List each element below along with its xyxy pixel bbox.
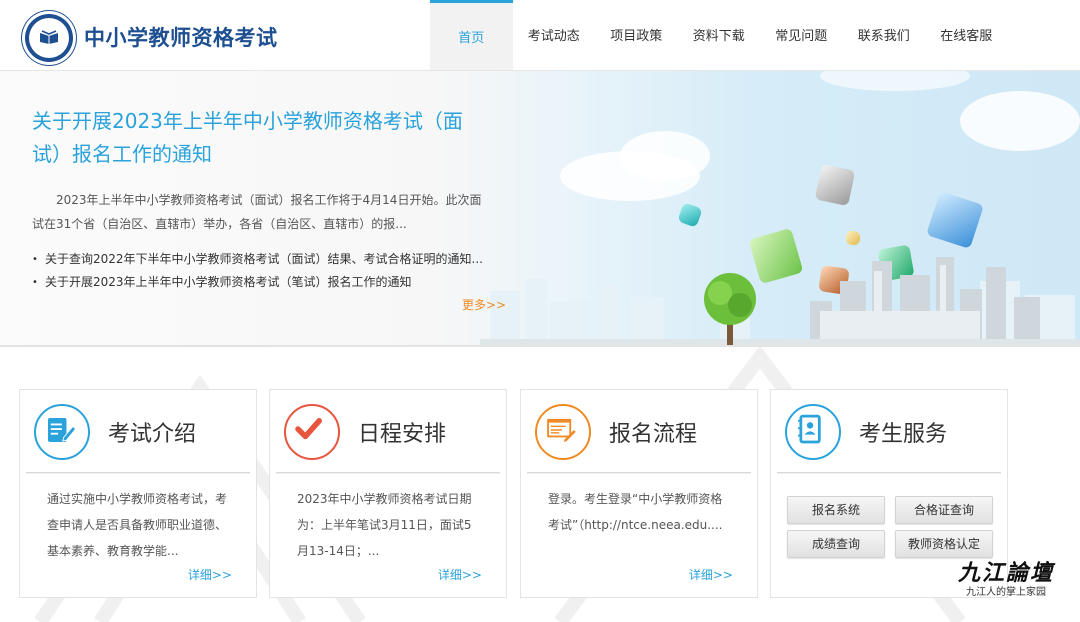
watermark-logo-text: 九江論壇 <box>957 560 1054 586</box>
card-summary: 通过实施中小学教师资格考试，考查申请人是否具备教师职业道德、基本素养、教育教学能… <box>47 492 228 558</box>
card-title[interactable]: 报名流程 <box>609 416 697 448</box>
divider <box>26 472 250 473</box>
cloud-decoration <box>820 71 970 91</box>
card-title[interactable]: 考生服务 <box>859 416 947 448</box>
nav-item-faq[interactable]: 常见问题 <box>760 0 843 70</box>
divider <box>276 472 500 473</box>
certificate-query-button[interactable]: 合格证查询 <box>895 496 993 524</box>
score-query-button[interactable]: 成绩查询 <box>787 530 885 558</box>
card-registration-process: 报名流程 登录。考生登录“中小学教师资格考试”（http://ntce.neea… <box>520 389 758 598</box>
divider <box>777 472 1001 473</box>
nav-item-downloads[interactable]: 资料下载 <box>678 0 761 70</box>
main-nav: 首页 考试动态 项目政策 资料下载 常见问题 联系我们 在线客服 <box>430 0 1008 70</box>
card-summary: 2023年中小学教师资格考试日期为：上半年笔试3月11日，面试5月13-14日；… <box>297 492 472 558</box>
more-news-link[interactable]: 更多>> <box>462 296 506 313</box>
contact-book-icon <box>785 404 841 460</box>
site-header: 中小学教师资格考试 首页 考试动态 项目政策 资料下载 常见问题 联系我们 在线… <box>0 0 1080 71</box>
forum-watermark: 九江論壇 九江人的掌上家园 <box>946 560 1066 610</box>
nav-item-policy[interactable]: 项目政策 <box>595 0 678 70</box>
nav-item-online-service[interactable]: 在线客服 <box>925 0 1008 70</box>
cloud-decoration <box>620 131 710 181</box>
divider <box>527 472 751 473</box>
nav-item-home[interactable]: 首页 <box>430 0 513 70</box>
card-more-link[interactable]: 详细>> <box>438 566 482 583</box>
music-cube-icon <box>926 191 984 249</box>
news-list: 关于查询2022年下半年中小学教师资格考试（面试）结果、考试合格证明的通知...… <box>32 248 492 294</box>
document-edit-icon <box>34 404 90 460</box>
city-skyline-illustration <box>480 257 1080 345</box>
card-title[interactable]: 日程安排 <box>358 416 446 448</box>
news-item[interactable]: 关于查询2022年下半年中小学教师资格考试（面试）结果、考试合格证明的通知... <box>32 248 492 271</box>
headline-summary: 2023年上半年中小学教师资格考试（面试）报名工作将于4月14日开始。此次面试在… <box>32 193 482 231</box>
news-item[interactable]: 关于开展2023年上半年中小学教师资格考试（笔试）报名工作的通知 <box>32 271 492 294</box>
piano-cube-icon <box>814 163 856 207</box>
nav-item-contact[interactable]: 联系我们 <box>843 0 926 70</box>
card-exam-intro: 考试介绍 通过实施中小学教师资格考试，考查申请人是否具备教师职业道德、基本素养、… <box>19 389 257 598</box>
nav-item-exam-news[interactable]: 考试动态 <box>513 0 596 70</box>
teacher-certification-button[interactable]: 教师资格认定 <box>895 530 993 558</box>
headline-link[interactable]: 关于开展2023年上半年中小学教师资格考试（面试）报名工作的通知 <box>32 105 492 171</box>
site-logo-icon[interactable] <box>22 11 76 65</box>
card-more-link[interactable]: 详细>> <box>188 566 232 583</box>
hero-banner: 关于开展2023年上半年中小学教师资格考试（面试）报名工作的通知 2023年上半… <box>0 71 1080 345</box>
checkmark-icon <box>284 404 340 460</box>
cube-decoration <box>846 231 860 245</box>
cube-decoration <box>677 202 703 228</box>
card-summary: 登录。考生登录“中小学教师资格考试”（http://ntce.neea.edu.… <box>548 492 723 532</box>
form-icon <box>535 404 591 460</box>
watermark-subtitle: 九江人的掌上家园 <box>966 587 1046 598</box>
card-schedule: 日程安排 2023年中小学教师资格考试日期为：上半年笔试3月11日，面试5月13… <box>269 389 507 598</box>
card-more-link[interactable]: 详细>> <box>689 566 733 583</box>
site-title[interactable]: 中小学教师资格考试 <box>84 22 278 52</box>
card-title[interactable]: 考试介绍 <box>108 416 196 448</box>
cloud-decoration <box>960 91 1080 151</box>
registration-system-button[interactable]: 报名系统 <box>787 496 885 524</box>
tree-illustration <box>704 273 756 345</box>
